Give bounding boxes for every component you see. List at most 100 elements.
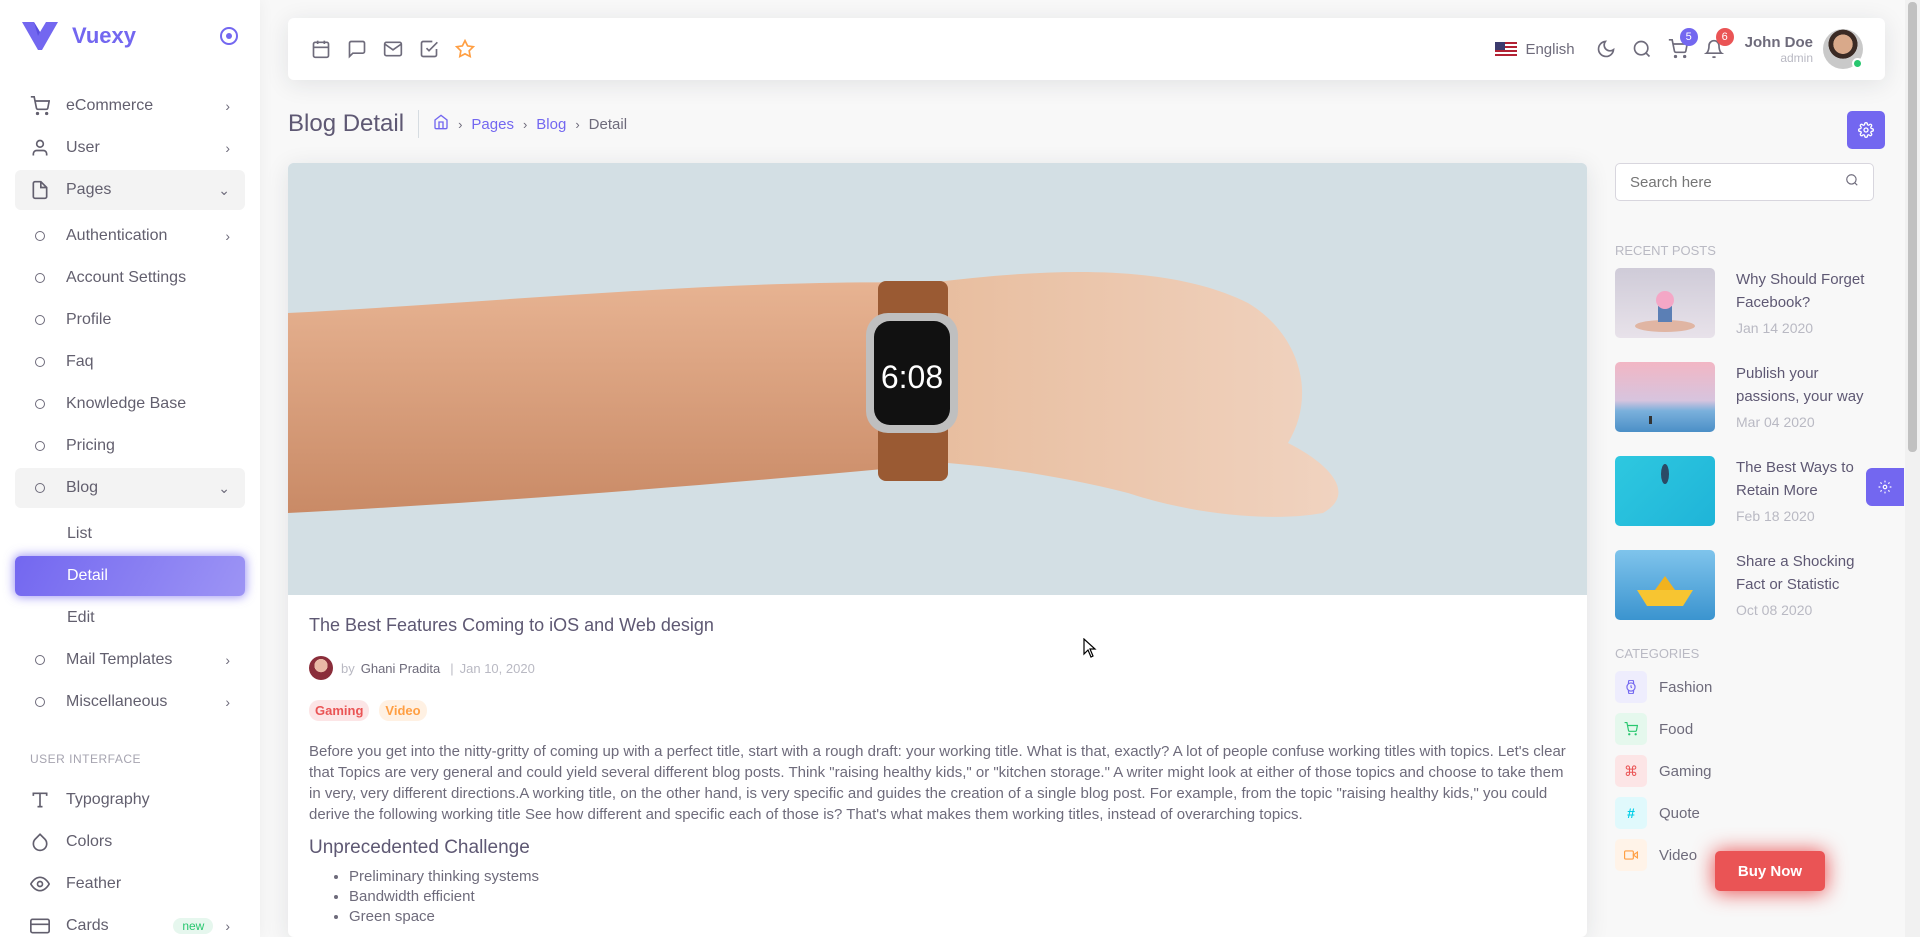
- settings-button[interactable]: [1847, 111, 1885, 149]
- breadcrumb-blog[interactable]: Blog: [536, 116, 566, 133]
- tag-gaming[interactable]: Gaming: [309, 700, 370, 721]
- sidebar-item-ecommerce[interactable]: eCommerce ›: [15, 86, 245, 126]
- author-avatar: [309, 656, 333, 680]
- blog-article-card: 6:08 The Best Features Coming to iOS and…: [288, 163, 1587, 937]
- category-name: Gaming: [1659, 762, 1712, 780]
- settings-icon: [1878, 480, 1892, 494]
- sidebar-item-pages[interactable]: Pages ⌄: [15, 170, 245, 210]
- sidebar-item-knowledge-base[interactable]: Knowledge Base: [15, 384, 245, 424]
- article-date: Jan 10, 2020: [459, 660, 535, 676]
- breadcrumb-pages[interactable]: Pages: [471, 116, 514, 133]
- post-thumbnail[interactable]: [1615, 362, 1715, 432]
- article-title: The Best Features Coming to iOS and Web …: [309, 615, 714, 635]
- sidebar-item-miscellaneous[interactable]: Miscellaneous ›: [15, 682, 245, 722]
- chevron-right-icon: ›: [225, 140, 230, 156]
- buy-now-button[interactable]: Buy Now: [1715, 851, 1825, 891]
- hero-image: 6:08: [288, 163, 1587, 595]
- sidebar-item-faq[interactable]: Faq: [15, 342, 245, 382]
- droplet-icon: [30, 832, 50, 852]
- language-dropdown[interactable]: English: [1495, 41, 1575, 58]
- sidebar-item-label: Edit: [67, 609, 95, 626]
- author-name[interactable]: Ghani Pradita: [361, 661, 441, 676]
- theme-customizer-toggle[interactable]: [1866, 468, 1904, 506]
- sidebar-item-typography[interactable]: Typography: [15, 780, 245, 820]
- cart-icon[interactable]: 5: [1667, 28, 1698, 60]
- post-thumbnail[interactable]: [1615, 268, 1715, 338]
- circle-icon: [30, 268, 50, 288]
- chevron-right-icon: ›: [225, 652, 230, 668]
- recent-post-item[interactable]: Why Should Forget Facebook? Jan 14 2020: [1615, 268, 1874, 338]
- sidebar-item-blog-edit[interactable]: Edit: [15, 598, 245, 638]
- shopping-cart-icon: [1615, 713, 1647, 745]
- sidebar-item-user[interactable]: User ›: [15, 128, 245, 168]
- check-square-icon[interactable]: [418, 38, 440, 60]
- home-icon[interactable]: [433, 114, 449, 134]
- chat-icon[interactable]: [346, 38, 368, 60]
- search-box[interactable]: [1615, 163, 1874, 201]
- sidebar-item-label: eCommerce: [66, 97, 154, 114]
- post-date: Oct 08 2020: [1736, 602, 1813, 618]
- user-info[interactable]: John Doe admin: [1745, 34, 1813, 65]
- sidebar-item-blog-list[interactable]: List: [15, 514, 245, 554]
- category-name: Video: [1659, 846, 1698, 864]
- star-icon[interactable]: [454, 38, 476, 60]
- sidebar-item-label: Blog: [66, 479, 99, 496]
- video-icon: [1615, 839, 1647, 871]
- recent-post-item[interactable]: Share a Shocking Fact or Statistic Oct 0…: [1615, 550, 1874, 620]
- sidebar-item-label: Authentication: [66, 227, 168, 244]
- brand[interactable]: Vuexy: [0, 0, 260, 72]
- sidebar-item-profile[interactable]: Profile: [15, 300, 245, 340]
- post-title[interactable]: Share a Shocking Fact or Statistic: [1736, 550, 1874, 596]
- post-thumbnail[interactable]: [1615, 456, 1715, 526]
- list-item: Bandwidth efficient: [349, 887, 1566, 907]
- category-item-gaming[interactable]: ⌘ Gaming: [1615, 755, 1874, 787]
- article-subheading: Unprecedented Challenge: [309, 837, 530, 858]
- circle-icon: [30, 310, 50, 330]
- page-title: Blog Detail: [288, 110, 420, 138]
- sidebar-item-authentication[interactable]: Authentication ›: [15, 216, 245, 256]
- category-item-food[interactable]: Food: [1615, 713, 1874, 745]
- chevron-right-icon: ›: [225, 694, 230, 710]
- recent-post-item[interactable]: The Best Ways to Retain More Feb 18 2020: [1615, 456, 1874, 526]
- post-thumbnail[interactable]: [1615, 550, 1715, 620]
- search-input[interactable]: [1630, 173, 1845, 191]
- search-icon[interactable]: [1631, 38, 1653, 60]
- list-item: Preliminary thinking systems: [349, 867, 1566, 887]
- bell-icon[interactable]: 6: [1703, 28, 1734, 60]
- post-title[interactable]: The Best Ways to Retain More: [1736, 456, 1874, 502]
- sidebar-item-colors[interactable]: Colors: [15, 822, 245, 862]
- wrist-watch-illustration: 6:08: [288, 163, 1587, 595]
- sidebar-item-label: Feather: [66, 875, 122, 892]
- category-item-quote[interactable]: # Quote: [1615, 797, 1874, 829]
- recent-post-item[interactable]: Publish your passions, your way Mar 04 2…: [1615, 362, 1874, 432]
- scrollbar-thumb[interactable]: [1908, 2, 1917, 452]
- page-scrollbar[interactable]: [1905, 0, 1920, 937]
- chevron-down-icon: ⌄: [218, 479, 230, 496]
- sidebar-item-blog-detail[interactable]: Detail: [15, 556, 245, 596]
- search-icon[interactable]: [1845, 173, 1859, 191]
- sidebar-item-label: Knowledge Base: [66, 395, 187, 412]
- type-icon: [30, 790, 50, 810]
- sidebar-item-mail-templates[interactable]: Mail Templates ›: [15, 640, 245, 680]
- post-title[interactable]: Why Should Forget Facebook?: [1736, 268, 1874, 314]
- user-name: John Doe: [1744, 33, 1813, 51]
- category-item-fashion[interactable]: Fashion: [1615, 671, 1874, 703]
- calendar-icon[interactable]: [310, 38, 332, 60]
- chevron-right-icon: ›: [225, 228, 230, 244]
- sidebar-item-feather[interactable]: Feather: [15, 864, 245, 904]
- circle-icon: [30, 436, 50, 456]
- sidebar-item-blog[interactable]: Blog ⌄: [15, 468, 245, 508]
- article-bullet-list: Preliminary thinking systems Bandwidth e…: [309, 867, 1566, 927]
- sidebar-collapse-icon[interactable]: [220, 27, 238, 45]
- tag-video[interactable]: Video: [379, 700, 427, 721]
- mail-icon[interactable]: [382, 38, 404, 60]
- post-title[interactable]: Publish your passions, your way: [1736, 362, 1874, 408]
- main-sidebar: Vuexy eCommerce › User › Pages ⌄ Authent…: [0, 0, 260, 937]
- circle-icon: [30, 352, 50, 372]
- sidebar-item-cards[interactable]: Cards new ›: [15, 906, 245, 937]
- sidebar-item-pricing[interactable]: Pricing: [15, 426, 245, 466]
- sidebar-item-label: Detail: [67, 567, 108, 584]
- avatar[interactable]: [1823, 29, 1863, 69]
- sidebar-item-account-settings[interactable]: Account Settings: [15, 258, 245, 298]
- moon-icon[interactable]: [1595, 38, 1617, 60]
